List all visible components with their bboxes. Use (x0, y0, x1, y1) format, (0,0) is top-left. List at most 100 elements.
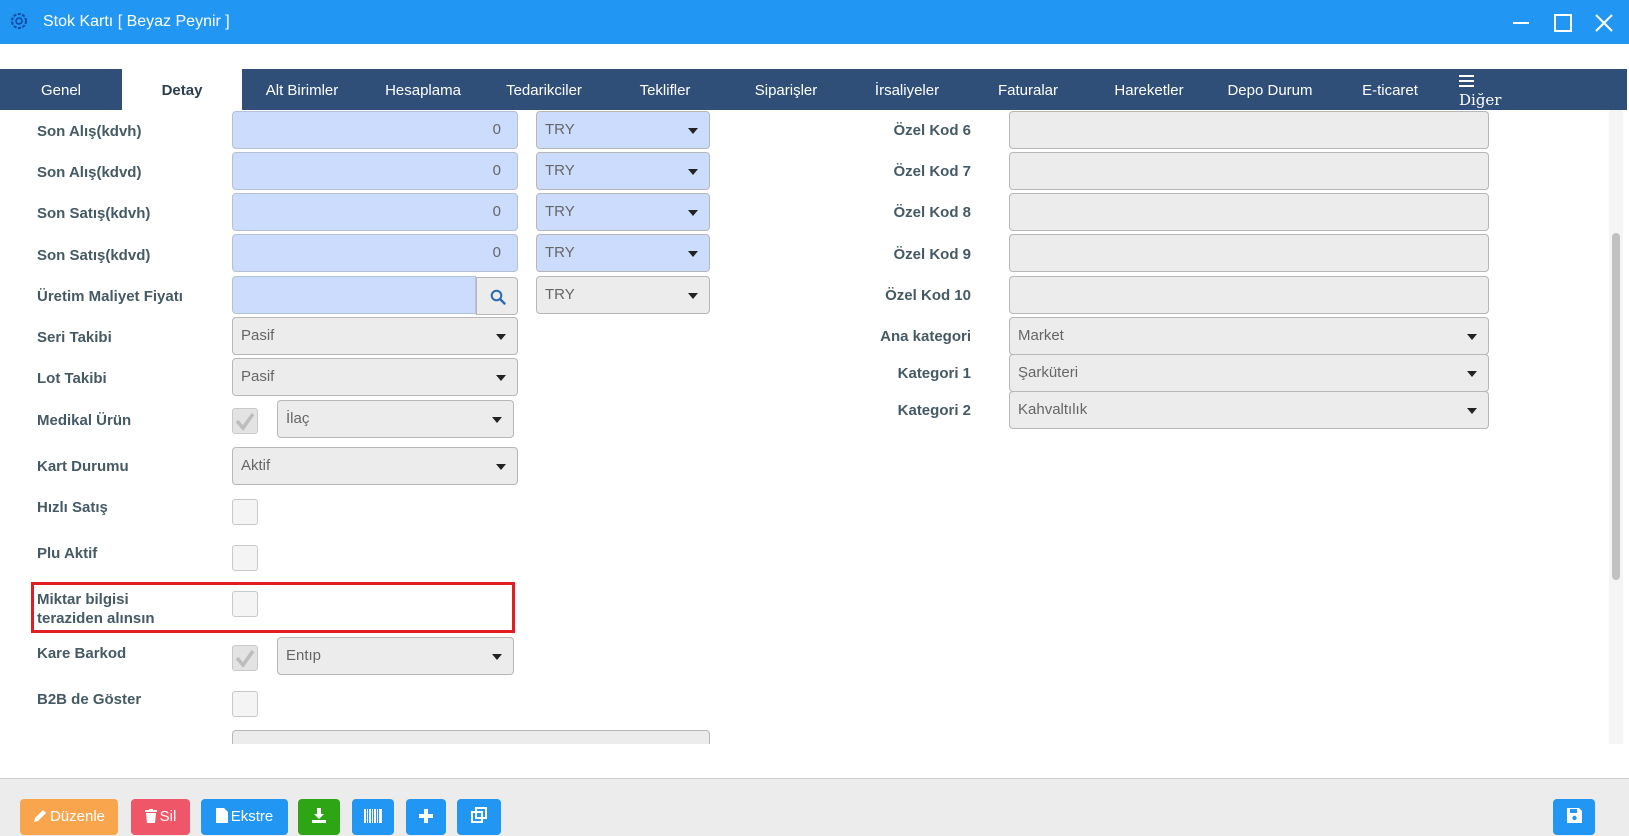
son-alis-kdvh-currency-select[interactable]: TRY (536, 111, 710, 149)
label-plu-aktif: Plu Aktif (37, 545, 98, 562)
label-ozel-kod-10: Özel Kod 10 (885, 287, 971, 304)
chevron-down-icon (1467, 408, 1477, 414)
tab-hesaplama[interactable]: Hesaplama (362, 69, 484, 110)
download-icon (312, 808, 326, 823)
edit-label: Düzenle (49, 808, 106, 825)
vertical-scrollbar[interactable] (1609, 110, 1623, 744)
b2b-goster-checkbox[interactable] (232, 691, 258, 717)
son-satis-kdvd-currency-select[interactable]: TRY (536, 234, 710, 272)
edit-button[interactable]: Düzenle (20, 799, 118, 835)
uretim-maliyet-search-button[interactable] (476, 277, 518, 315)
seri-takibi-value: Pasif (241, 327, 275, 344)
kare-barkod-select[interactable]: Entıp (277, 637, 514, 675)
label-kart-durumu: Kart Durumu (37, 458, 129, 475)
son-alis-kdvd-currency-select[interactable]: TRY (536, 152, 710, 190)
chevron-down-icon (688, 293, 698, 299)
label-ozel-kod-9: Özel Kod 9 (893, 246, 971, 263)
ozel-kod-8-input[interactable] (1009, 193, 1489, 231)
copy-button[interactable] (457, 799, 501, 835)
title-bar: Stok Kartı [ Beyaz Peynir ] (0, 0, 1629, 44)
plus-icon (419, 809, 433, 823)
tab-tedarikciler[interactable]: Tedarikciler (484, 69, 604, 110)
scrollbar-thumb[interactable] (1612, 233, 1620, 580)
tab-diger-label: Diğer (1459, 91, 1502, 109)
tab-teklifler[interactable]: Teklifler (604, 69, 726, 110)
son-satis-kdvh-currency-select[interactable]: TRY (536, 193, 710, 231)
tab-genel[interactable]: Genel (0, 69, 122, 110)
kare-barkod-checkbox[interactable] (232, 645, 258, 671)
toolbar-spacer (0, 44, 1629, 69)
currency-value: TRY (545, 121, 575, 138)
search-icon (490, 289, 506, 305)
tab-irsaliyeler[interactable]: İrsaliyeler (846, 69, 968, 110)
add-button[interactable] (406, 799, 446, 835)
tab-detay[interactable]: Detay (122, 69, 242, 110)
tab-faturalar[interactable]: Faturalar (968, 69, 1088, 110)
label-son-alis-kdvh: Son Alış(kdvh) (37, 123, 142, 140)
highlight-box (31, 582, 515, 633)
label-kare-barkod: Kare Barkod (37, 645, 127, 662)
copy-icon (471, 807, 487, 823)
tab-e-ticaret[interactable]: E-ticaret (1330, 69, 1450, 110)
maximize-icon[interactable] (1550, 10, 1576, 36)
medikal-urun-value: İlaç (286, 410, 310, 427)
tab-siparisler[interactable]: Siparişler (726, 69, 846, 110)
kart-durumu-select[interactable]: Aktif (232, 447, 518, 485)
ozel-kod-9-input[interactable] (1009, 234, 1489, 272)
hizli-satis-checkbox[interactable] (232, 499, 258, 525)
save-button[interactable] (1553, 799, 1595, 835)
label-uretim-maliyet: Üretim Maliyet Fiyatı (37, 288, 183, 305)
son-alis-kdvh-input[interactable]: 0 (232, 111, 518, 149)
medikal-urun-checkbox[interactable] (232, 408, 258, 434)
ana-kategori-select[interactable]: Market (1009, 317, 1489, 355)
son-alis-kdvd-input[interactable]: 0 (232, 152, 518, 190)
label-son-alis-kdvd: Son Alış(kdvd) (37, 164, 142, 181)
floppy-disk-icon (1566, 808, 1582, 823)
tab-diger[interactable]: Diğer (1452, 69, 1512, 110)
currency-value: TRY (545, 244, 575, 261)
son-satis-kdvh-input[interactable]: 0 (232, 193, 518, 231)
label-seri-takibi: Seri Takibi (37, 329, 112, 346)
minimize-icon[interactable] (1508, 10, 1534, 36)
label-son-satis-kdvd: Son Satış(kdvd) (37, 247, 151, 264)
chevron-down-icon (688, 251, 698, 257)
tab-bar: Genel Detay Alt Birimler Hesaplama Tedar… (0, 69, 1627, 110)
chevron-down-icon (688, 210, 698, 216)
trash-icon (144, 809, 157, 823)
detail-form: Son Alış(kdvh) Son Alış(kdvd) Son Satış(… (0, 110, 1609, 744)
delete-button[interactable]: Sil (131, 799, 190, 835)
son-satis-kdvd-input[interactable]: 0 (232, 234, 518, 272)
delete-label: Sil (159, 808, 177, 825)
label-ozel-kod-8: Özel Kod 8 (893, 204, 971, 221)
chevron-down-icon (1467, 334, 1477, 340)
close-icon[interactable] (1591, 10, 1617, 36)
plu-aktif-checkbox[interactable] (232, 545, 258, 571)
uretim-maliyet-currency-select[interactable]: TRY (536, 276, 710, 314)
label-hizli-satis: Hızlı Satış (37, 499, 108, 516)
ozel-kod-7-input[interactable] (1009, 152, 1489, 190)
medikal-urun-select[interactable]: İlaç (277, 400, 514, 438)
kare-barkod-value: Entıp (286, 647, 322, 664)
label-ozel-kod-7: Özel Kod 7 (893, 163, 971, 180)
tab-hareketler[interactable]: Hareketler (1088, 69, 1210, 110)
seri-takibi-select[interactable]: Pasif (232, 317, 518, 355)
barcode-button[interactable] (352, 799, 394, 835)
uretim-maliyet-input[interactable] (232, 276, 476, 314)
kart-durumu-value: Aktif (241, 457, 271, 474)
label-b2b-goster: B2B de Göster (37, 691, 142, 708)
app-gear-icon (11, 13, 27, 29)
chevron-down-icon (496, 464, 506, 470)
next-field-input[interactable] (232, 730, 710, 744)
ozel-kod-6-input[interactable] (1009, 111, 1489, 149)
ozel-kod-10-input[interactable] (1009, 276, 1489, 314)
lot-takibi-select[interactable]: Pasif (232, 358, 518, 396)
label-son-satis-kdvh: Son Satış(kdvh) (37, 205, 151, 222)
extract-button[interactable]: Ekstre (201, 799, 288, 835)
download-button[interactable] (298, 799, 340, 835)
kategori-2-select[interactable]: Kahvaltılık (1009, 391, 1489, 429)
kategori-1-select[interactable]: Şarküteri (1009, 354, 1489, 392)
tab-depo-durum[interactable]: Depo Durum (1210, 69, 1330, 110)
pencil-icon (33, 810, 46, 822)
tab-alt-birimler[interactable]: Alt Birimler (242, 69, 362, 110)
ana-kategori-value: Market (1018, 327, 1064, 344)
